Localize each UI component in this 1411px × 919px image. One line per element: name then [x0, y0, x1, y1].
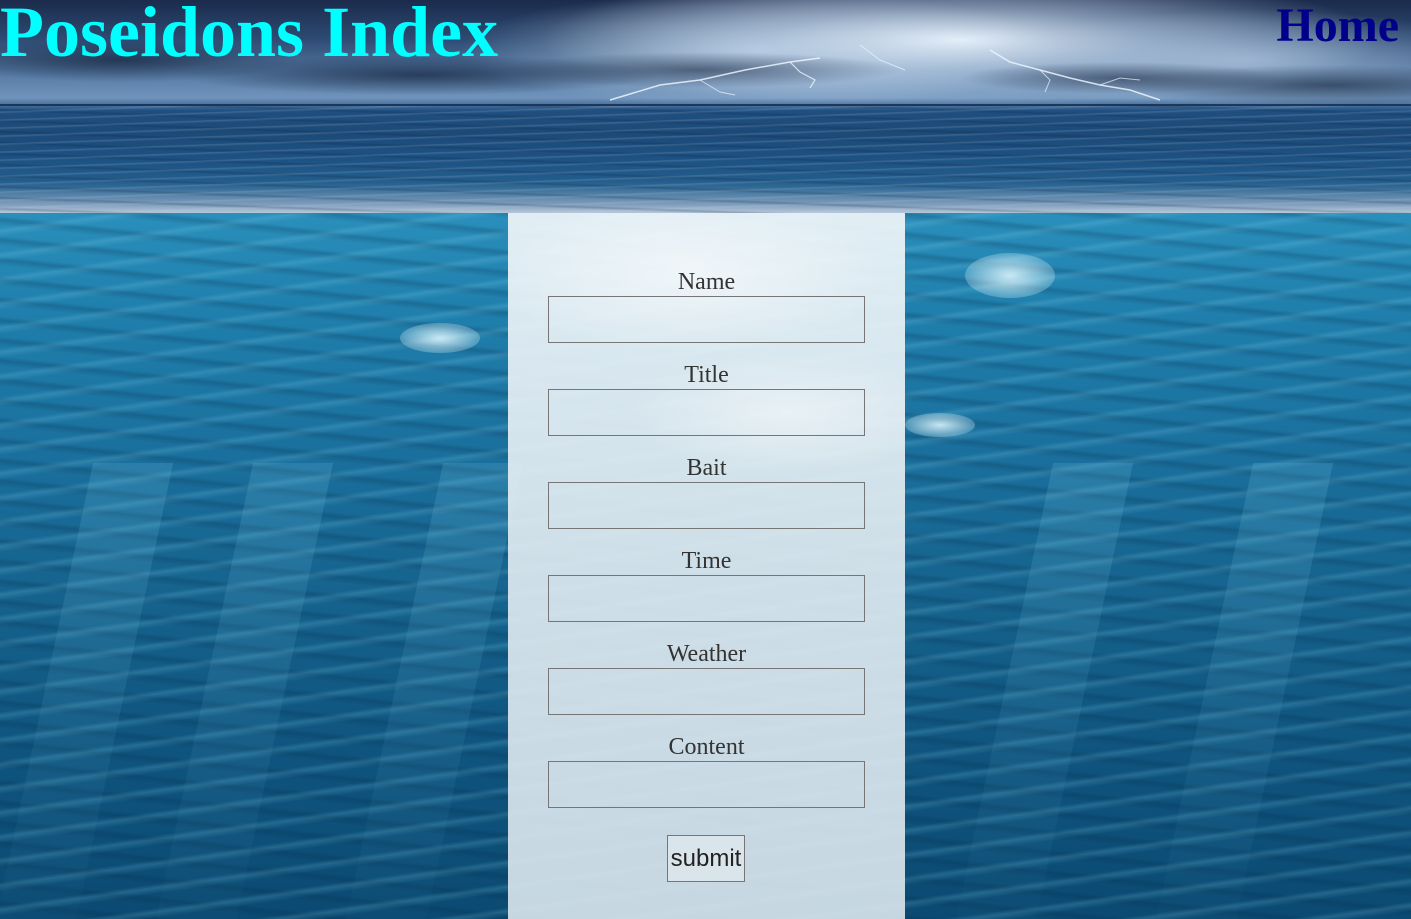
name-field-group: Name [548, 269, 865, 343]
water-glare [965, 253, 1055, 298]
water-glare [400, 323, 480, 353]
home-link[interactable]: Home [1276, 2, 1399, 50]
bait-field-group: Bait [548, 455, 865, 529]
light-ray [1146, 463, 1334, 919]
title-label: Title [684, 362, 729, 388]
weather-input[interactable] [548, 668, 865, 715]
content-field-group: Content [548, 734, 865, 808]
name-label: Name [677, 269, 736, 295]
light-ray [146, 463, 334, 919]
weather-label: Weather [666, 641, 747, 667]
light-ray [0, 463, 174, 919]
time-field-group: Time [548, 548, 865, 622]
content-input[interactable] [548, 761, 865, 808]
light-ray [336, 463, 524, 919]
time-label: Time [681, 548, 732, 574]
light-ray [946, 463, 1134, 919]
title-field-group: Title [548, 362, 865, 436]
title-input[interactable] [548, 389, 865, 436]
time-input[interactable] [548, 575, 865, 622]
water-glare [905, 413, 975, 437]
submit-button[interactable]: submit [667, 835, 745, 882]
bait-label: Bait [686, 455, 727, 481]
sea-surface-image [0, 106, 1411, 213]
weather-field-group: Weather [548, 641, 865, 715]
name-input[interactable] [548, 296, 865, 343]
site-title: Poseidons Index [0, 0, 499, 72]
header-banner: Poseidons Index Home [0, 0, 1411, 213]
entry-form: Name Title Bait Time Weather Content sub… [508, 213, 905, 919]
bait-input[interactable] [548, 482, 865, 529]
content-label: Content [668, 734, 745, 760]
